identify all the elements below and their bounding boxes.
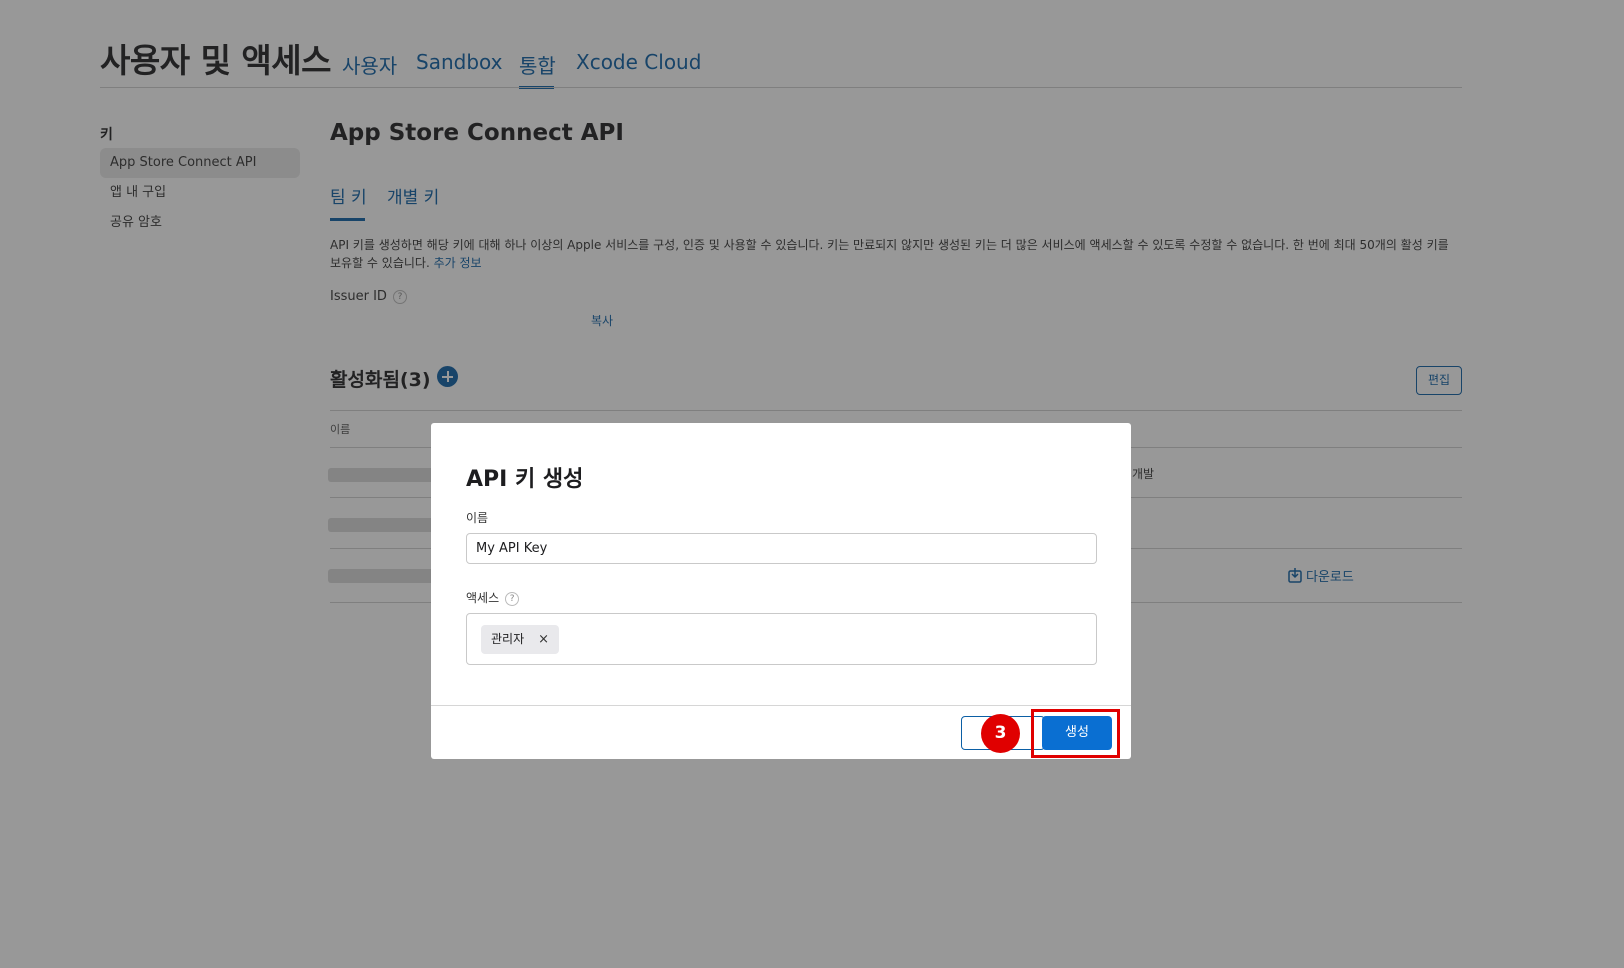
- name-field-label: 이름: [466, 511, 489, 525]
- step-number-badge: 3: [981, 714, 1020, 753]
- access-label-text: 액세스: [466, 591, 500, 605]
- name-input[interactable]: My API Key: [466, 533, 1097, 564]
- access-field-label: 액세스?: [466, 589, 520, 606]
- dialog-footer-divider: [431, 705, 1131, 706]
- access-token-admin: 관리자 ×: [481, 625, 560, 654]
- access-token-label: 관리자: [491, 632, 525, 646]
- create-api-key-dialog: API 키 생성 이름 My API Key 액세스? 관리자 × 생성: [431, 423, 1131, 759]
- access-select[interactable]: 관리자 ×: [466, 613, 1097, 665]
- highlight-box: [1031, 709, 1120, 758]
- dialog-title: API 키 생성: [466, 467, 584, 492]
- remove-token-icon[interactable]: ×: [538, 625, 549, 654]
- access-help-icon[interactable]: ?: [505, 592, 520, 606]
